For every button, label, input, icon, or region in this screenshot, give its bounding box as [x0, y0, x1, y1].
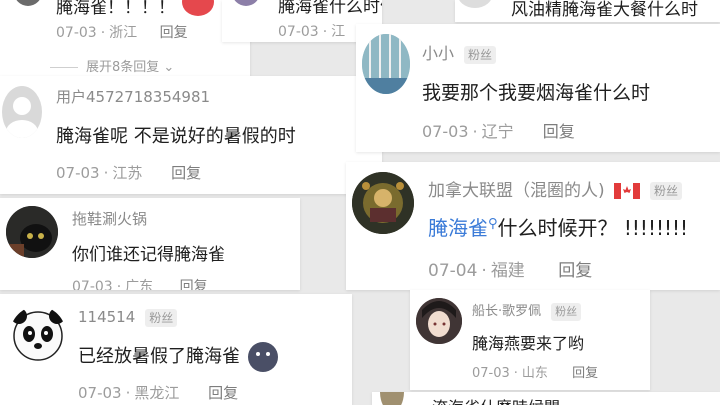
- avatar-anime[interactable]: [416, 298, 462, 344]
- comment-text: 我要那个我要烟海雀什么时: [422, 82, 651, 104]
- fan-badge: 粉丝: [650, 182, 683, 200]
- username-label[interactable]: 114514: [78, 308, 135, 326]
- search-icon: ⚲: [488, 216, 498, 232]
- comment-meta: 07-03 · 山东 回复: [472, 366, 599, 381]
- reply-button[interactable]: 回复: [171, 164, 201, 182]
- emoji-icon: [182, 0, 214, 16]
- username-label[interactable]: 船长·歌罗佩: [472, 304, 541, 319]
- comment-meta: 07-03 · 江: [278, 24, 346, 40]
- avatar[interactable]: [14, 0, 42, 6]
- fan-badge: 粉丝: [145, 308, 178, 327]
- comment-meta: 07-03 · 辽宁 回复: [422, 122, 575, 141]
- fan-badge: 粉丝: [464, 45, 497, 64]
- comment-card-top-right: 风油精腌海雀大餐什么时: [455, 0, 720, 22]
- username[interactable]: 用户4572718354981: [56, 86, 210, 107]
- avatar-cage[interactable]: [362, 34, 410, 94]
- username: 小小 粉丝: [422, 40, 497, 64]
- comment-card-top-left: 腌海雀！！！！ 07-03 · 浙江 回复 展开8条回复 ⌄: [0, 0, 250, 78]
- topic-link[interactable]: 腌海雀: [428, 216, 488, 240]
- expand-replies-link[interactable]: 展开8条回复 ⌄: [50, 56, 174, 75]
- comment-text: 腌海雀呢 不是说好的暑假的时: [56, 126, 296, 147]
- username-label[interactable]: 小小: [422, 44, 454, 63]
- comment-text: 腌海雀⚲什么时候开？ !!!!!!!!: [428, 216, 689, 240]
- chevron-down-icon: ⌄: [163, 60, 175, 75]
- comment-card-tuoxie: 拖鞋涮火锅 你们谁还记得腌海雀 07-03 · 广东 回复: [0, 198, 300, 290]
- fan-badge: 粉丝: [551, 302, 582, 321]
- reply-button[interactable]: 回复: [180, 279, 208, 290]
- canada-flag-icon: [614, 183, 641, 199]
- comment-card-xiaoxiao: 小小 粉丝 我要那个我要烟海雀什么时 07-03 · 辽宁 回复: [356, 24, 720, 152]
- username[interactable]: 拖鞋涮火锅: [72, 208, 147, 229]
- comment-meta: 07-04 · 福建 回复: [428, 261, 593, 281]
- emoji-icon: [247, 342, 278, 372]
- reply-button[interactable]: 回复: [160, 25, 188, 41]
- comment-card-114514: 114514 粉丝 已经放暑假了腌海雀 07-03 · 黑龙江 回复: [0, 294, 352, 405]
- comment-meta: 07-03 · 江苏 回复: [56, 164, 202, 182]
- comment-text: 风油精腌海雀大餐什么时: [511, 0, 698, 20]
- comment-text: 腌海雀！！！！: [56, 0, 175, 18]
- avatar-default[interactable]: [2, 86, 42, 138]
- avatar[interactable]: [232, 0, 260, 6]
- avatar[interactable]: [380, 392, 404, 405]
- comment-text: 淹海雀什麼時候開: [432, 394, 560, 405]
- avatar-cat[interactable]: [6, 206, 58, 258]
- username: 船长·歌罗佩 粉丝: [472, 300, 582, 321]
- comment-card-bottom-right: 淹海雀什麼時候開: [372, 392, 720, 405]
- reply-button[interactable]: 回复: [572, 366, 598, 381]
- avatar-panda[interactable]: [10, 306, 66, 362]
- username: 114514 粉丝: [78, 308, 178, 327]
- comment-text: 已经放暑假了腌海雀: [78, 342, 278, 372]
- username: 加拿大联盟（混圈的人) 粉丝: [428, 176, 683, 201]
- comment-text: 腌海雀什么时候发？: [278, 0, 382, 17]
- reply-button[interactable]: 回复: [558, 261, 592, 281]
- comment-meta: 07-03 · 黑龙江 回复: [78, 384, 239, 402]
- comment-text: 你们谁还记得腌海雀: [72, 245, 225, 265]
- comment-meta: 07-03 · 浙江 回复: [56, 25, 188, 41]
- comment-card-canada: 加拿大联盟（混圈的人) 粉丝 腌海雀⚲什么时候开？ !!!!!!!! 07-04…: [346, 162, 720, 290]
- comment-meta: 07-03 · 广东 回复: [72, 276, 208, 290]
- reply-button[interactable]: 回复: [208, 384, 238, 402]
- comment-card-user4572: 用户4572718354981 腌海雀呢 不是说好的暑假的时 07-03 · 江苏 …: [0, 76, 382, 194]
- comment-text: 腌海燕要来了哟: [472, 334, 585, 353]
- reply-button[interactable]: 回复: [543, 122, 575, 141]
- avatar[interactable]: [457, 0, 493, 8]
- avatar-icon-art[interactable]: [352, 172, 414, 234]
- username-label[interactable]: 加拿大联盟（混圈的人): [428, 181, 605, 201]
- comment-card-chuanzhang: 船长·歌罗佩 粉丝 腌海燕要来了哟 07-03 · 山东 回复: [410, 290, 650, 390]
